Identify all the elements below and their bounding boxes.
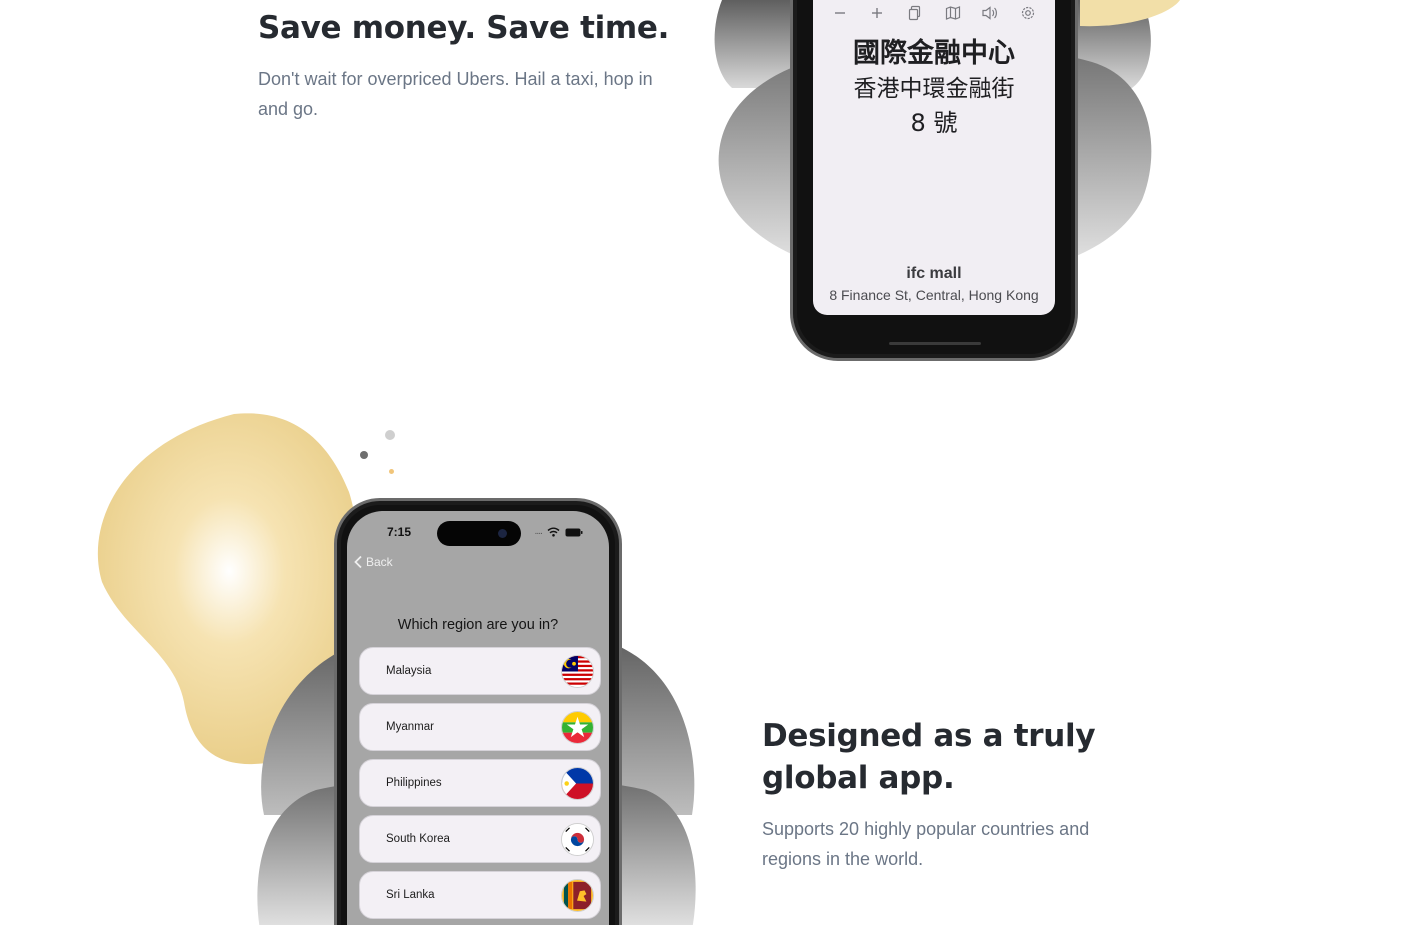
speaker-icon[interactable] — [979, 2, 1001, 24]
wifi-icon — [547, 527, 560, 537]
malaysia-flag-icon — [561, 655, 594, 688]
region-option-myanmar[interactable]: Myanmar — [359, 703, 601, 751]
signal-icon: .... — [534, 527, 544, 537]
landing-page: Save money. Save time. Don't wait for ov… — [0, 0, 1411, 925]
decorative-dot — [360, 451, 368, 459]
decorative-yellow-blob-top — [1080, 0, 1180, 27]
camera-icon — [498, 529, 507, 538]
feature-description-global-app: Supports 20 highly popular countries and… — [762, 819, 1090, 869]
english-place-address: 8 Finance St, Central, Hong Kong — [829, 287, 1039, 303]
copy-icon[interactable] — [904, 2, 926, 24]
region-option-sri-lanka[interactable]: Sri Lanka — [359, 871, 601, 919]
feature-title-global-app: Designed as a truly global app. — [762, 718, 1096, 796]
myanmar-flag-icon — [561, 711, 594, 744]
chinese-address-line-1: 香港中環金融街 — [853, 76, 1015, 102]
plus-icon[interactable] — [866, 2, 888, 24]
sri-lanka-flag-icon — [561, 879, 594, 912]
region-option-philippines[interactable]: Philippines — [359, 759, 601, 807]
dynamic-island — [437, 521, 521, 546]
decorative-dot — [385, 430, 395, 440]
region-label: Myanmar — [386, 721, 434, 733]
phone-mockup-region-picker: 7:15 .... Back Which region are you in? … — [334, 498, 622, 925]
status-bar-time: 7:15 — [387, 525, 412, 539]
region-option-south-korea[interactable]: South Korea — [359, 815, 601, 863]
battery-icon — [565, 528, 583, 536]
region-option-malaysia[interactable]: Malaysia — [359, 647, 601, 695]
back-button-label: Back — [366, 555, 393, 569]
phone-screen: 國際金融中心 香港中環金融街 8 號 ifc mall 8 Finance St… — [813, 0, 1055, 315]
home-indicator — [889, 342, 981, 345]
south-korea-flag-icon — [561, 823, 594, 856]
chinese-address-line-2: 8 號 — [910, 109, 958, 137]
english-place-name: ifc mall — [906, 265, 962, 282]
philippines-flag-icon — [561, 767, 594, 800]
phone-screen: 7:15 .... Back Which region are you in? … — [347, 511, 609, 925]
minus-icon[interactable] — [829, 2, 851, 24]
region-question: Which region are you in? — [397, 617, 559, 633]
back-button[interactable]: Back — [353, 555, 393, 569]
address-card-toolbar — [813, 1, 1055, 25]
gear-icon[interactable] — [1017, 2, 1039, 24]
region-label: Philippines — [386, 777, 442, 789]
feature-title-save-money: Save money. Save time. — [258, 10, 670, 46]
map-icon[interactable] — [942, 2, 964, 24]
region-label: Sri Lanka — [386, 889, 435, 901]
phone-mockup-address-card: 國際金融中心 香港中環金融街 8 號 ifc mall 8 Finance St… — [790, 0, 1078, 361]
chinese-place-name: 國際金融中心 — [853, 38, 1015, 69]
chevron-left-icon — [354, 555, 362, 569]
region-list: Malaysia Myanmar Philippines South Korea… — [359, 647, 601, 925]
status-bar-icons: .... — [535, 527, 583, 537]
region-label: Malaysia — [386, 665, 432, 677]
region-label: South Korea — [386, 833, 450, 845]
decorative-dot — [389, 469, 394, 474]
feature-description-save-money: Don't wait for overpriced Ubers. Hail a … — [258, 69, 653, 119]
